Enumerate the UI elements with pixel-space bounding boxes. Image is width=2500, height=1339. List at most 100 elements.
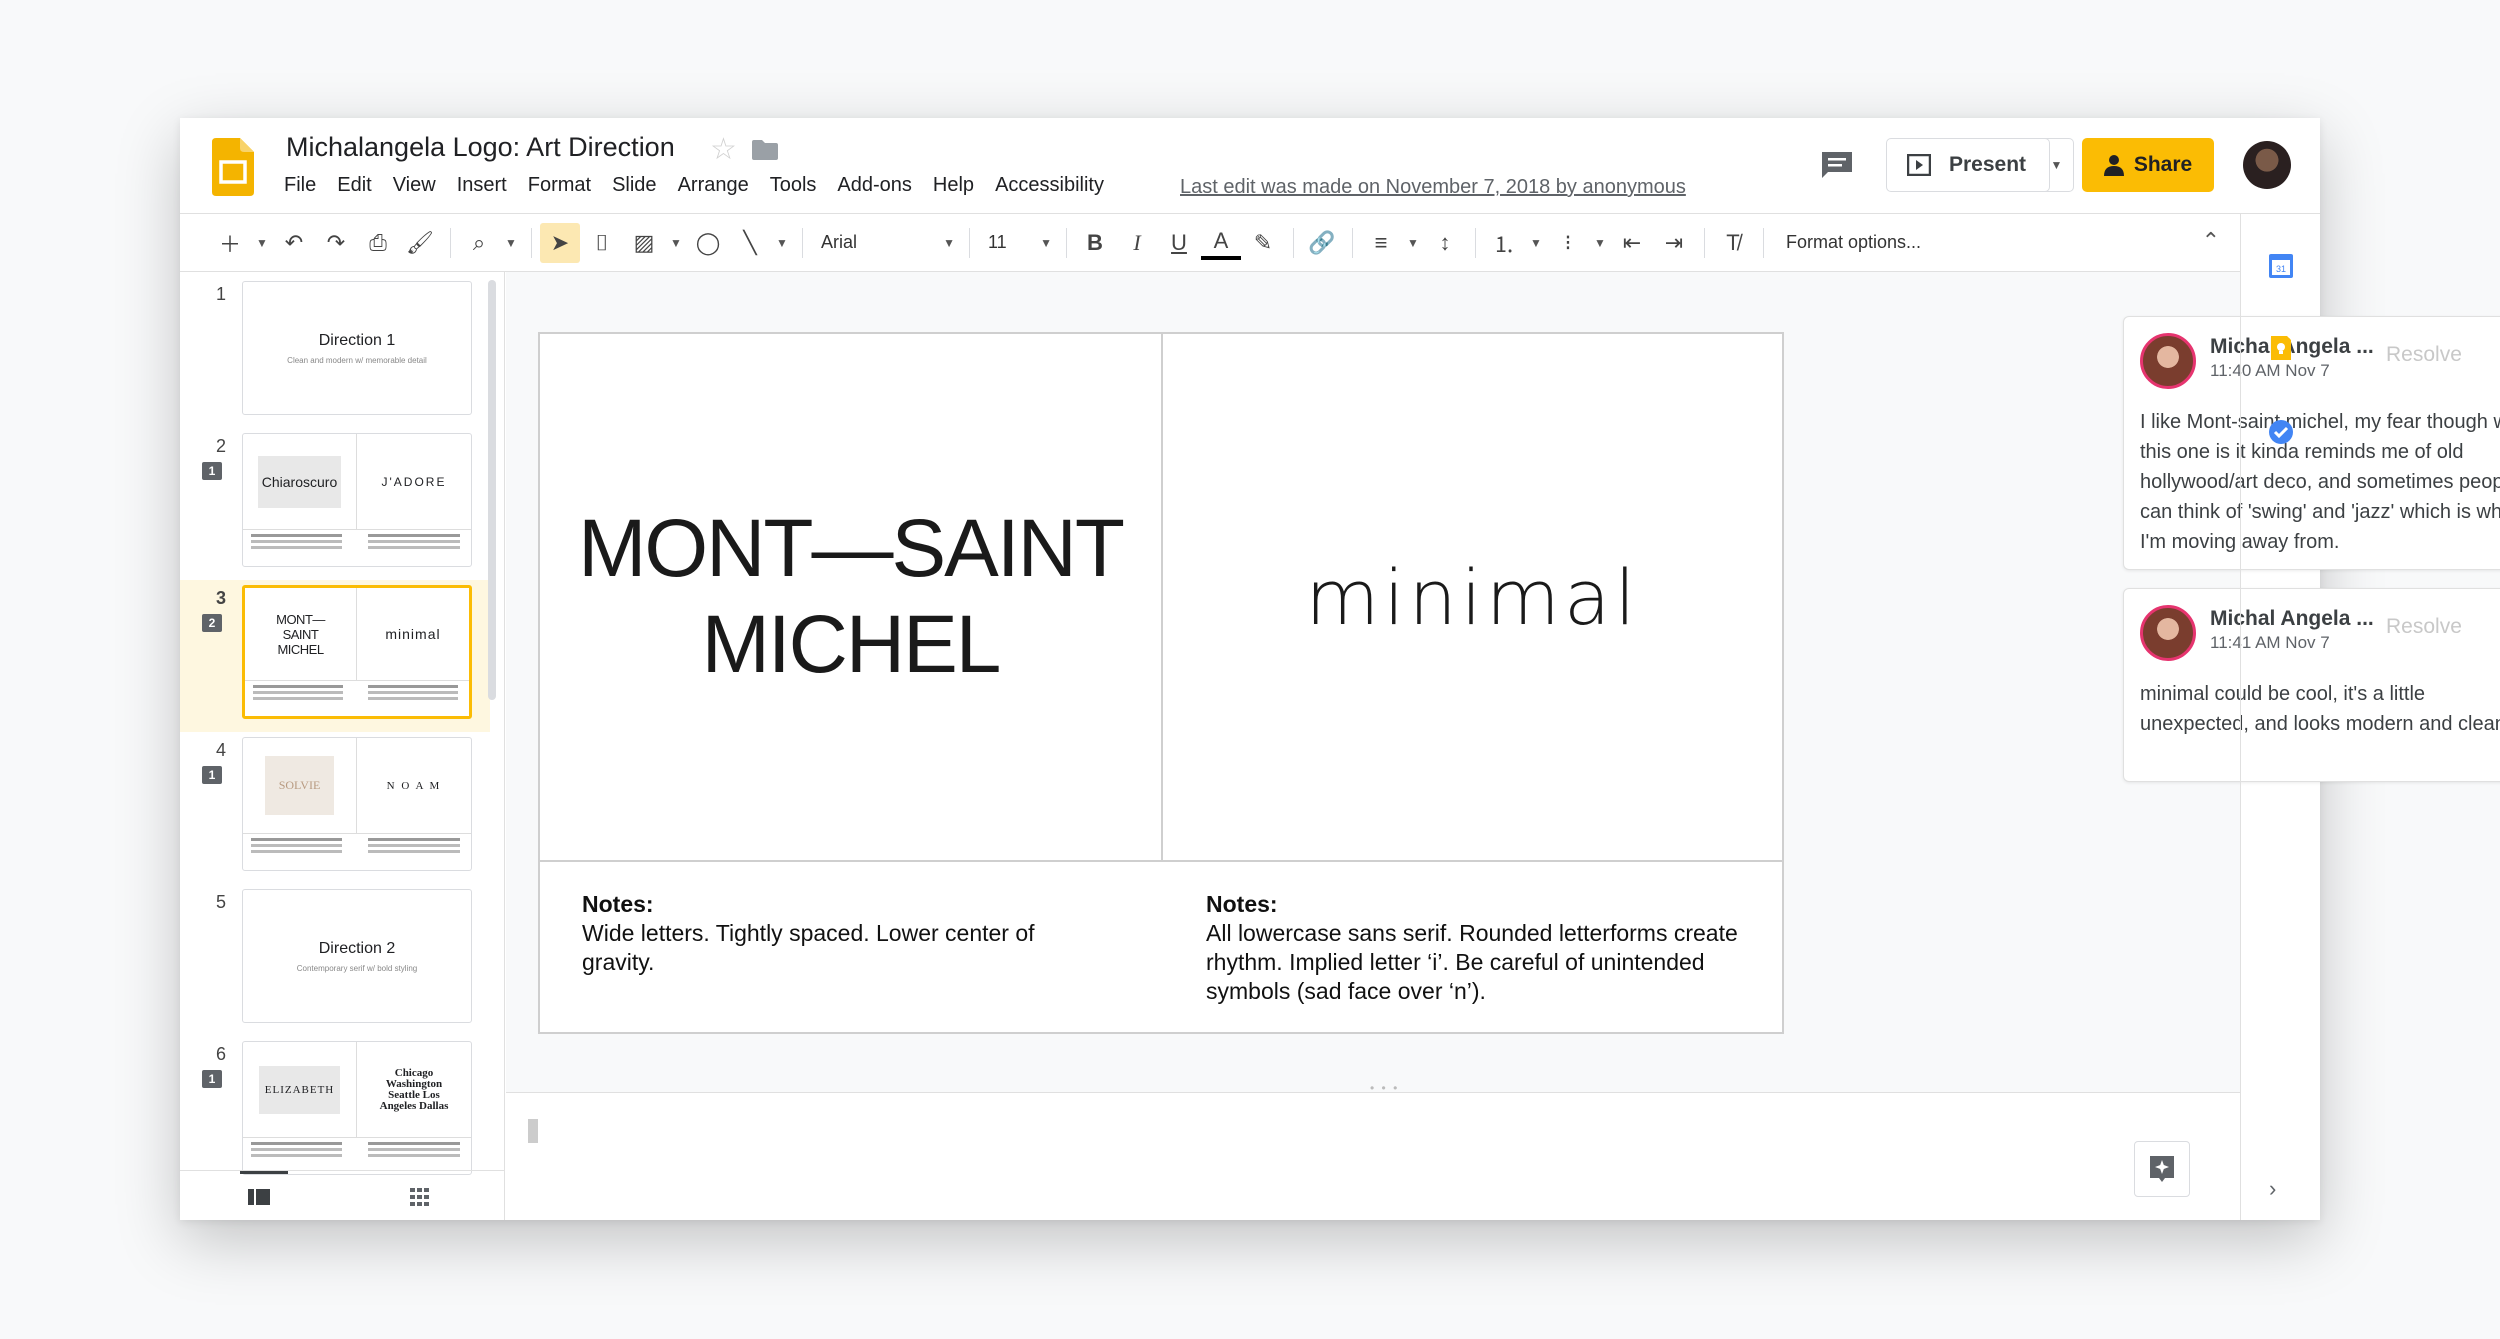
commenter-avatar — [2140, 333, 2196, 389]
undo-icon[interactable]: ↶ — [274, 223, 314, 263]
slide-thumbnail-row[interactable]: 1 Direction 1 Clean and modern w/ memorab… — [180, 276, 490, 428]
new-slide-dropdown-icon[interactable]: ▼ — [252, 223, 272, 263]
line-spacing-icon[interactable]: ↕ — [1425, 223, 1465, 263]
format-options-button[interactable]: Format options... — [1786, 232, 1921, 253]
highlight-color-icon[interactable]: ✎ — [1243, 223, 1283, 263]
explore-button[interactable] — [2134, 1141, 2190, 1197]
new-slide-icon[interactable]: ＋ — [210, 223, 250, 263]
thumb-subtitle: Contemporary serif w/ bold styling — [296, 964, 418, 973]
numbered-list-icon[interactable]: ⒈ — [1484, 223, 1524, 263]
line-icon[interactable]: ╲ — [730, 223, 770, 263]
share-button[interactable]: Share — [2082, 138, 2214, 192]
font-size-select[interactable]: 11 ▼ — [978, 223, 1058, 263]
thumb-right-logo: Chicago Washington Seattle Los Angeles D… — [379, 1066, 449, 1112]
comment-count-badge[interactable]: 1 — [202, 766, 222, 784]
align-icon[interactable]: ≡ — [1361, 223, 1401, 263]
slide-thumbnail[interactable]: ELIZABETH Chicago Washington Seattle Los… — [242, 1041, 472, 1175]
menu-tools[interactable]: Tools — [770, 174, 817, 197]
numbered-list-dropdown-icon[interactable]: ▼ — [1526, 223, 1546, 263]
resolve-button[interactable]: Resolve — [2386, 615, 2462, 639]
menu-addons[interactable]: Add-ons — [837, 174, 912, 197]
text-box-icon[interactable]: ⌷ — [582, 223, 622, 263]
collapse-toolbar-icon[interactable]: ⌃ — [2202, 228, 2220, 254]
grid-view-icon[interactable] — [410, 1188, 430, 1206]
slide-thumbnail[interactable]: Chiaroscuro J'ADORE — [242, 433, 472, 567]
italic-icon[interactable]: I — [1117, 223, 1157, 263]
thumb-left-logo: SOLVIE — [264, 756, 335, 816]
tasks-icon[interactable] — [2267, 418, 2295, 446]
slide-thumbnail[interactable]: MONT—SAINT MICHEL minimal — [242, 585, 472, 719]
calendar-icon[interactable]: 31 — [2267, 252, 2295, 280]
comment-count-badge[interactable]: 2 — [202, 614, 222, 632]
comment-count-badge[interactable]: 1 — [202, 1070, 222, 1088]
bold-icon[interactable]: B — [1075, 223, 1115, 263]
increase-indent-icon[interactable]: ⇥ — [1654, 223, 1694, 263]
present-dropdown-button[interactable]: ▼ — [2040, 138, 2074, 192]
link-icon[interactable]: 🔗 — [1302, 223, 1342, 263]
redo-icon[interactable]: ↷ — [316, 223, 356, 263]
underline-icon[interactable]: U — [1159, 223, 1199, 263]
menu-accessibility[interactable]: Accessibility — [995, 174, 1104, 197]
slide-thumbnail-row-selected[interactable]: 3 2 MONT—SAINT MICHEL minimal — [180, 580, 490, 732]
slide-thumbnail-row[interactable]: 2 1 Chiaroscuro J'ADORE — [180, 428, 490, 580]
text-color-icon[interactable]: A — [1201, 226, 1241, 260]
star-icon[interactable]: ☆ — [710, 132, 737, 167]
comment-history-icon[interactable] — [1820, 150, 1854, 180]
folder-icon[interactable] — [752, 140, 778, 160]
resize-handle[interactable]: • • • — [1370, 1081, 1399, 1095]
image-dropdown-icon[interactable]: ▼ — [666, 223, 686, 263]
select-cursor-icon[interactable]: ➤ — [540, 222, 580, 263]
menu-help[interactable]: Help — [933, 174, 974, 197]
zoom-icon[interactable]: ⌕ — [459, 223, 499, 263]
bulleted-list-icon[interactable]: ⁝ — [1548, 223, 1588, 263]
chevron-down-icon: ▼ — [943, 235, 955, 250]
last-edit-link[interactable]: Last edit was made on November 7, 2018 b… — [1180, 176, 1686, 199]
notes-text: All lowercase sans serif. Rounded letter… — [1206, 920, 1738, 1004]
slide-thumbnail-row[interactable]: 5 Direction 2 Contemporary serif w/ bold … — [180, 884, 490, 1036]
slide-thumbnail[interactable]: SOLVIE N O A M — [242, 737, 472, 871]
svg-text:31: 31 — [2276, 264, 2286, 274]
document-title[interactable]: Michalangela Logo: Art Direction — [286, 132, 675, 163]
present-button[interactable]: Present — [1886, 138, 2050, 192]
user-avatar[interactable] — [2243, 141, 2291, 189]
filmstrip-scrollbar[interactable] — [488, 280, 496, 700]
menu-view[interactable]: View — [393, 174, 436, 197]
slides-logo-icon[interactable] — [212, 138, 254, 196]
clear-formatting-icon[interactable]: T̸ — [1713, 223, 1753, 263]
bulleted-list-dropdown-icon[interactable]: ▼ — [1590, 223, 1610, 263]
line-dropdown-icon[interactable]: ▼ — [772, 223, 792, 263]
shape-icon[interactable]: ◯ — [688, 223, 728, 263]
image-icon[interactable]: ▨ — [624, 223, 664, 263]
speaker-notes-pane[interactable]: • • • — [506, 1081, 2240, 1220]
current-slide[interactable]: MONT—SAINT MICHEL minimal Notes: Wide le… — [538, 332, 1784, 1034]
menu-insert[interactable]: Insert — [457, 174, 507, 197]
slides-window: Michalangela Logo: Art Direction ☆ File … — [180, 118, 2500, 1220]
paint-format-icon[interactable]: 🖌 — [400, 223, 440, 263]
menu-slide[interactable]: Slide — [612, 174, 656, 197]
align-dropdown-icon[interactable]: ▼ — [1403, 223, 1423, 263]
font-family-select[interactable]: Arial ▼ — [811, 223, 961, 263]
slide-thumbnail[interactable]: Direction 2 Contemporary serif w/ bold st… — [242, 889, 472, 1023]
mont-saint-michel-logo: MONT—SAINT MICHEL — [578, 501, 1125, 693]
left-logo-panel[interactable]: MONT—SAINT MICHEL — [540, 334, 1163, 860]
decrease-indent-icon[interactable]: ⇤ — [1612, 223, 1652, 263]
menu-format[interactable]: Format — [528, 174, 591, 197]
slide-thumbnail[interactable]: Direction 1 Clean and modern w/ memorable… — [242, 281, 472, 415]
slide-notes-row[interactable]: Notes: Wide letters. Tightly spaced. Low… — [540, 860, 1782, 1032]
comment-count-badge[interactable]: 1 — [202, 462, 222, 480]
comment-text: I like Mont-saint michel, my fear though… — [2140, 411, 2500, 553]
zoom-dropdown-icon[interactable]: ▼ — [501, 223, 521, 263]
chevron-down-icon: ▼ — [1040, 235, 1052, 250]
print-icon[interactable]: ⎙ — [358, 223, 398, 263]
menu-file[interactable]: File — [284, 174, 316, 197]
menu-arrange[interactable]: Arrange — [678, 174, 749, 197]
menu-edit[interactable]: Edit — [337, 174, 371, 197]
slide-canvas-area: MONT—SAINT MICHEL minimal Notes: Wide le… — [506, 272, 2500, 1092]
slide-thumbnail-row[interactable]: 4 1 SOLVIE N O A M — [180, 732, 490, 884]
filmstrip-view-icon[interactable] — [248, 1189, 270, 1205]
slide-thumbnail-row[interactable]: 6 1 ELIZABETH Chicago Washington Seattle… — [180, 1036, 490, 1188]
right-logo-panel[interactable]: minimal — [1163, 334, 1782, 860]
keep-icon[interactable] — [2267, 334, 2295, 362]
resolve-button[interactable]: Resolve — [2386, 343, 2462, 367]
chevron-right-icon[interactable]: › — [2269, 1176, 2276, 1202]
